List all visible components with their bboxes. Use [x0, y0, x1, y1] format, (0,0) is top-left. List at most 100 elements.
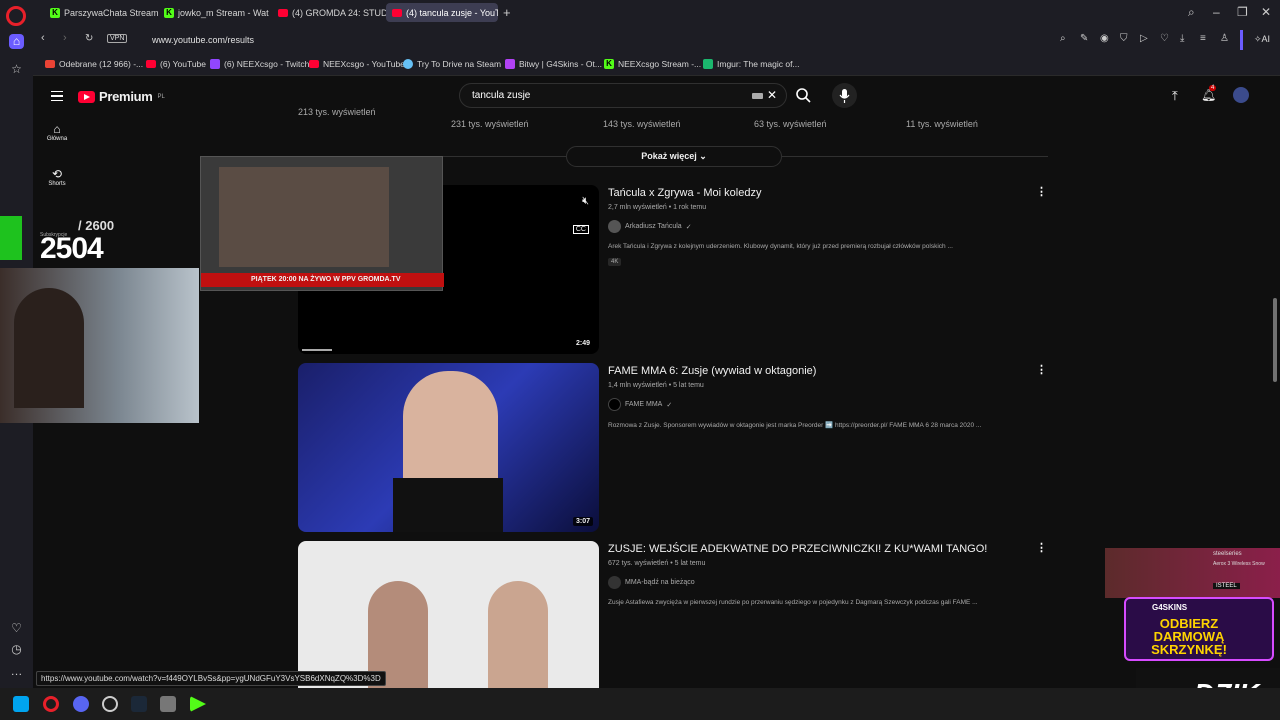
- microphone-icon: [839, 89, 850, 103]
- bookmark-g4skins[interactable]: Bitwy | G4Skins - Ot...: [505, 59, 602, 69]
- channel-link[interactable]: FAME MMA ✓: [608, 398, 672, 411]
- more-icon[interactable]: …: [9, 664, 24, 679]
- twitch-icon: [210, 59, 220, 69]
- bookmark-imgur[interactable]: Imgur: The magic of...: [703, 59, 800, 69]
- forward-icon[interactable]: ›: [63, 32, 67, 44]
- menu-icon[interactable]: ≡: [1200, 33, 1206, 44]
- bookmark-steam[interactable]: Try To Drive na Steam: [403, 59, 501, 69]
- app-icon[interactable]: [160, 696, 176, 712]
- bookmarks-bar: Odebrane (12 966) -... (6) YouTube (6) N…: [33, 54, 1280, 76]
- imgur-icon: [703, 59, 713, 69]
- subscriber-goal: Subskrypcje / 2600 2504: [40, 218, 115, 265]
- upload-icon[interactable]: ⤒: [1172, 88, 1178, 104]
- tab-tancula-active[interactable]: (4) tancula zusje - YouTub: [386, 3, 498, 22]
- video-meta: 1,4 mln wyświetleń • 5 lat temu: [608, 382, 704, 389]
- youtube-icon: [278, 8, 288, 17]
- preview-progress: [302, 349, 332, 351]
- steam-taskbar-icon[interactable]: [131, 696, 147, 712]
- close-window-button[interactable]: ✕: [1261, 5, 1271, 19]
- stream-banner: PIĄTEK 20:00 NA ŻYWO W PPV GROMDA.TV: [201, 273, 444, 287]
- taskbar: [0, 688, 1280, 720]
- bookmark-twitch[interactable]: (6) NEEXcsgo - Twitch: [210, 59, 309, 69]
- verified-icon: ✓: [685, 223, 692, 231]
- search-tabs-icon[interactable]: ⌕: [1188, 5, 1195, 20]
- home-workspace-icon[interactable]: ⌂: [9, 34, 24, 49]
- bookmark-neex-youtube[interactable]: NEEXcsgo - YouTube: [309, 59, 405, 69]
- restore-button[interactable]: ❐: [1237, 5, 1248, 19]
- search-box[interactable]: tancula zusje ✕: [459, 83, 787, 108]
- video-thumbnail[interactable]: [298, 541, 599, 688]
- video-title[interactable]: ZUSJE: WEJŚCIE ADEKWATNE DO PRZECIWNICZK…: [608, 543, 987, 555]
- back-icon[interactable]: ‹: [41, 32, 45, 44]
- more-actions-icon[interactable]: ⋮: [1036, 185, 1047, 198]
- channel-link[interactable]: MMA-bądź na bieżąco: [608, 576, 695, 589]
- media-player-icon[interactable]: [190, 696, 206, 712]
- video-title[interactable]: Tańcula x Zgrywa - Moi koledzy: [608, 187, 761, 199]
- stream-preview-overlay: PIĄTEK 20:00 NA ŻYWO W PPV GROMDA.TV: [200, 156, 444, 291]
- nav-home[interactable]: ⌂ Główna: [39, 122, 75, 142]
- opera-logo-icon[interactable]: [6, 6, 26, 26]
- play-icon[interactable]: ▷: [1140, 33, 1148, 44]
- shield-icon[interactable]: ⛉: [1120, 33, 1128, 44]
- ai-button[interactable]: ✧AI: [1254, 34, 1270, 45]
- g4skins-promo: G4SKINS ODBIERZ DARMOWĄ SKRZYNKĘ!: [1124, 597, 1274, 661]
- divider: [1240, 30, 1243, 50]
- streamer-figure: [14, 288, 84, 408]
- home-icon: ⌂: [53, 122, 61, 136]
- stream-scene: [219, 167, 389, 267]
- vpn-badge[interactable]: VPN: [107, 34, 128, 43]
- download-icon[interactable]: ⤓: [1180, 33, 1184, 44]
- more-actions-icon[interactable]: ⋮: [1036, 541, 1047, 554]
- mute-icon[interactable]: 🔇︎: [582, 195, 589, 208]
- new-tab-button[interactable]: +: [503, 6, 511, 19]
- pinboard-icon[interactable]: ☆: [9, 62, 24, 77]
- history-icon[interactable]: ◷: [9, 642, 24, 657]
- account-icon[interactable]: ♙: [1220, 33, 1229, 44]
- captions-icon[interactable]: CC: [572, 225, 589, 234]
- opera-taskbar-icon[interactable]: [43, 696, 59, 712]
- bookmark-neex-kick[interactable]: K NEEXcsgo Stream -...: [604, 59, 701, 69]
- youtube-icon: [392, 8, 402, 17]
- discord-icon[interactable]: [73, 696, 89, 712]
- search-button[interactable]: [787, 83, 823, 108]
- heart-icon[interactable]: ♡: [1160, 33, 1169, 44]
- obs-icon[interactable]: [102, 696, 118, 712]
- edit-icon[interactable]: ✎: [1080, 33, 1088, 44]
- minimize-button[interactable]: –: [1213, 5, 1220, 19]
- video-thumbnail[interactable]: 3:07: [298, 363, 599, 532]
- browser-window: K ParszywaChata Stream Kjowko_m Stream - …: [0, 0, 1280, 720]
- bookmark-youtube[interactable]: (6) YouTube: [146, 59, 206, 69]
- youtube-logo[interactable]: Premium PL: [78, 89, 165, 104]
- more-actions-icon[interactable]: ⋮: [1036, 363, 1047, 376]
- show-more-button[interactable]: Pokaż więcej ⌄: [566, 146, 782, 167]
- tab-gromda[interactable]: (4) GROMDA 24: STUD: [272, 3, 392, 22]
- tab-parszywachata[interactable]: K ParszywaChata Stream: [44, 3, 164, 22]
- thumbnail-shirt: [393, 478, 503, 532]
- channel-link[interactable]: Arkadiusz Tańcula ✓: [608, 220, 692, 233]
- url-field[interactable]: www.youtube.com/results: [152, 35, 254, 45]
- search-page-icon[interactable]: ⌕: [1060, 33, 1066, 44]
- video-title[interactable]: FAME MMA 6: Zusje (wywiad w oktagonie): [608, 365, 816, 377]
- avatar[interactable]: [1233, 87, 1249, 103]
- reload-icon[interactable]: ↻: [85, 33, 93, 44]
- nav-shorts[interactable]: ⟲ Shorts: [39, 167, 75, 187]
- youtube-icon: [146, 60, 156, 68]
- thumbnail-figure: [488, 581, 548, 688]
- quality-badge: 4K: [608, 258, 622, 266]
- scrollbar-thumb[interactable]: [1273, 298, 1277, 382]
- voice-search-button[interactable]: [832, 83, 857, 108]
- divider: [782, 156, 1048, 157]
- hamburger-menu-icon[interactable]: [51, 91, 63, 101]
- search-input[interactable]: tancula zusje: [472, 90, 530, 101]
- favorites-icon[interactable]: ♡: [9, 621, 24, 636]
- duration-badge: 2:49: [572, 339, 593, 348]
- windows-start-icon[interactable]: [13, 696, 29, 712]
- gmail-icon: [45, 60, 55, 68]
- keyboard-icon[interactable]: [752, 93, 763, 99]
- webcam-overlay: [0, 268, 199, 423]
- tab-jowko[interactable]: Kjowko_m Stream - Wat: [158, 3, 278, 22]
- clear-search-icon[interactable]: ✕: [767, 88, 777, 102]
- link-status-url: https://www.youtube.com/watch?v=f449OYLB…: [36, 671, 386, 686]
- bookmark-gmail[interactable]: Odebrane (12 966) -...: [45, 59, 143, 69]
- camera-icon[interactable]: ◉: [1100, 33, 1109, 44]
